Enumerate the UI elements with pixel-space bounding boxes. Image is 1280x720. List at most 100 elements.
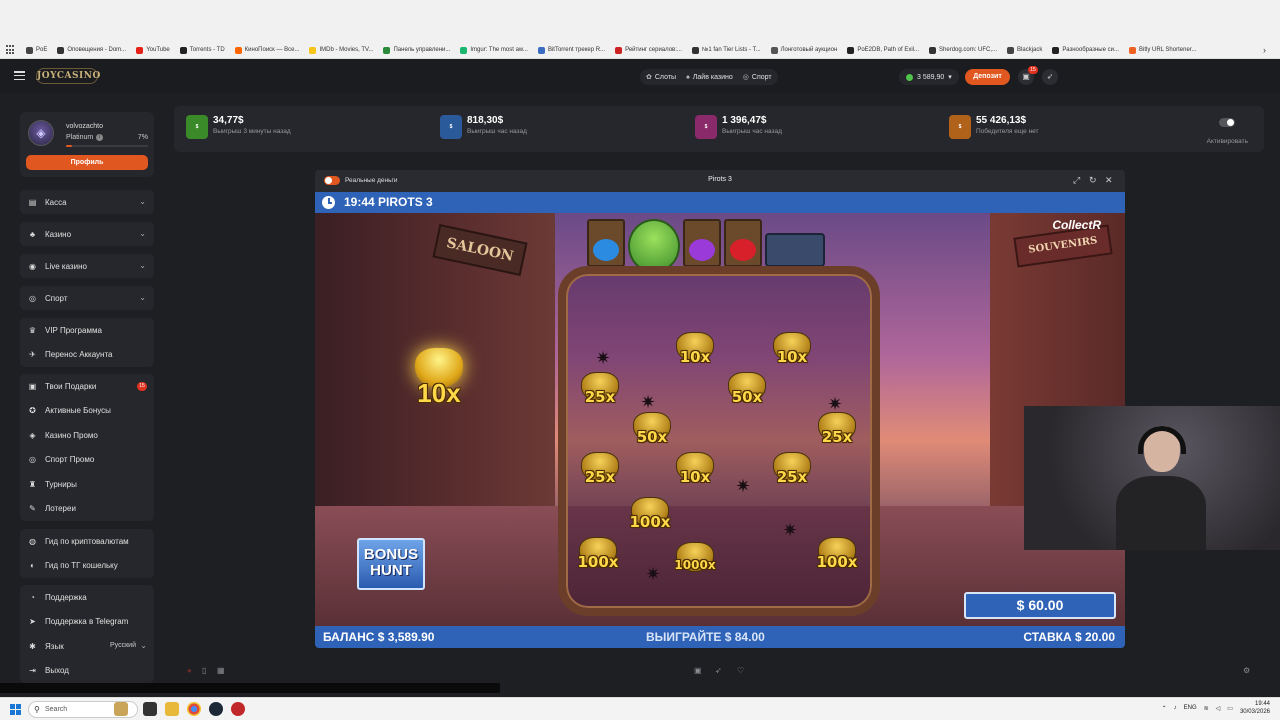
sidebar-item-telegram-wallet[interactable]: ◐ Гид по ТГ кошельку [20, 554, 154, 579]
sidebar-item-ball[interactable]: ◎ Спорт ⌄ [20, 286, 154, 310]
bookmark-item[interactable]: Sherdog.com: UFC,... [929, 46, 997, 54]
bookmark-item[interactable]: Bitly URL Shortener... [1128, 46, 1196, 54]
nav-sport[interactable]: ◎ Спорт [743, 73, 772, 82]
reload-icon[interactable]: ↻ [1089, 175, 1097, 186]
bookmark-item[interactable]: Разнообразные си... [1052, 46, 1119, 54]
nav-live-casino[interactable]: ♠ Лайв казино [686, 74, 733, 81]
money-bag: 50x [722, 368, 772, 414]
sidebar-item-casino[interactable]: ♣ Казино ⌄ [20, 222, 154, 246]
windows-start-icon[interactable] [10, 704, 21, 715]
sidebar-item-wallet[interactable]: ▤ Касса ⌄ [20, 190, 154, 214]
microphone-icon[interactable]: ♪ [1174, 705, 1177, 711]
sidebar-item-label: VIP Программа [45, 325, 102, 335]
sidebar-item-ticket[interactable]: ✎ Лотереи [20, 497, 154, 522]
windows-taskbar: ⚲ Search ⌃ ♪ ENG ≋ ◁ ▭ 19:44 30/03/2026 [0, 697, 1280, 720]
language-indicator[interactable]: ENG [1184, 705, 1197, 711]
more-bookmarks-icon[interactable]: › [1263, 45, 1266, 55]
jackpot-item[interactable]: $55 426,13$ Победителя еще нет [949, 115, 1039, 139]
toggle-switch[interactable] [1219, 118, 1236, 127]
volume-icon[interactable]: ◁ [1216, 705, 1221, 712]
chevron-up-icon[interactable]: ⌃ [1162, 705, 1167, 712]
red-gem-crate [724, 219, 762, 267]
sidebar-item-crypto[interactable]: ◍ Гид по криптовалютам [20, 529, 154, 554]
settings-icon[interactable]: ⚙ [1243, 666, 1250, 675]
rocket-icon[interactable]: ➶ [1042, 69, 1058, 85]
bookmark-label: IMDb - Movies, TV... [319, 47, 374, 53]
bookmark-item[interactable]: Blackjack [1007, 46, 1042, 54]
rocket-icon[interactable]: ➶ [715, 666, 722, 675]
clock-date: 30/03/2026 [1239, 709, 1270, 715]
app-icon[interactable] [231, 702, 245, 716]
file-explorer-icon[interactable] [165, 702, 179, 716]
bookmark-item[interactable]: PoE2DB, Path of Exil... [847, 46, 919, 54]
apps-grid-icon[interactable] [6, 45, 16, 55]
record-icon[interactable]: ● [187, 666, 192, 675]
bookmark-item[interactable]: Панель управлени... [383, 46, 450, 54]
money-bag: 100x [573, 533, 623, 579]
game-title: Pirots 3 [708, 176, 732, 183]
bookmark-favicon-icon [770, 46, 778, 54]
sidebar-item-telegram[interactable]: ➤ Поддержка в Telegram [20, 610, 154, 635]
wifi-icon[interactable]: ≋ [1204, 705, 1209, 712]
slot-scene[interactable]: SALOON SOUVENIRS CollectR 10x 10x 10x 25x 5… [315, 213, 1125, 626]
win-amount: $ 60.00 [964, 592, 1116, 619]
sidebar-item-sport-promo[interactable]: ◎ Спорт Промо [20, 448, 154, 473]
bookmark-item[interactable]: №1 fan Tier Lists - T... [691, 46, 761, 54]
sidebar-item-gift[interactable]: ▣ Твои Подарки 15 [20, 374, 154, 399]
bookmark-item[interactable]: YouTube [136, 46, 170, 54]
feature-multiplier: 10x [417, 378, 461, 408]
sidebar-item-support[interactable]: ◔ Поддержка [20, 585, 154, 610]
bookmark-item[interactable]: BitTorrent трекер R... [537, 46, 605, 54]
jackpot-item[interactable]: $34,77$ Выигрыш 3 минуты назад [186, 115, 291, 139]
bookmark-favicon-icon [26, 46, 33, 54]
rank-name: Platinum [66, 134, 94, 141]
battery-icon[interactable]: ▭ [1227, 705, 1233, 712]
bookmark-item[interactable]: Torrents - TD [179, 46, 225, 54]
bookmark-item[interactable]: IMDb - Movies, TV... [309, 46, 374, 54]
jackpot-bar: Активировать $34,77$ Выигрыш 3 минуты наз… [174, 106, 1264, 152]
grid-view-icon[interactable]: ▦ [217, 666, 225, 675]
task-view-icon[interactable] [143, 702, 157, 716]
close-icon[interactable]: ✕ [1105, 175, 1113, 186]
jackpot-badge-icon: $ [695, 115, 717, 139]
bookmark-item[interactable]: Оповещения - Dom... [57, 46, 126, 54]
profile-button[interactable]: Профиль [26, 155, 148, 170]
sidebar-item-trophy[interactable]: ♜ Турниры [20, 472, 154, 497]
sidebar-item-language[interactable]: ✱ Язык Русский ⌄ [20, 634, 154, 659]
jackpot-item[interactable]: $1 396,47$ Выигрыш час назад [695, 115, 782, 139]
sidebar-item-bonus[interactable]: ✪ Активные Бонусы [20, 399, 154, 424]
sidebar-item-live[interactable]: ◉ Live казино ⌄ [20, 254, 154, 278]
weather-icon[interactable] [114, 702, 128, 716]
heart-icon[interactable]: ♡ [737, 666, 744, 675]
sidebar-item-logout[interactable]: ⇥ Выход [20, 659, 154, 684]
bookmark-item[interactable]: Рейтинг сериалов:... [615, 46, 682, 54]
bookmark-item[interactable]: PoE [26, 46, 47, 54]
sidebar-item-vip[interactable]: ♛ VIP Программа [20, 318, 154, 343]
site-logo[interactable]: JOYCASINO [36, 68, 100, 84]
single-view-icon[interactable]: ▯ [202, 666, 206, 675]
coin-icon [906, 73, 913, 81]
money-bag: 10x [670, 328, 720, 374]
fullscreen-icon[interactable]: ⤢ [1073, 175, 1080, 186]
jackpot-item[interactable]: $818,30$ Выигрыш час назад [440, 115, 527, 139]
bookmark-item[interactable]: Лонготовый аукцион [770, 46, 837, 54]
bookmark-item[interactable]: Imgur: The most aw... [460, 46, 528, 54]
gift-icon[interactable]: ▣ [694, 666, 702, 675]
crypto-icon: ◍ [29, 536, 36, 546]
clock[interactable]: 19:44 30/03/2026 [1240, 700, 1270, 716]
nav-slots[interactable]: ✿ Слоты [646, 73, 676, 82]
sidebar-item-transfer[interactable]: ✈ Перенос Аккаунта [20, 343, 154, 368]
avatar[interactable]: ◈ [28, 120, 54, 146]
sidebar-item-promo[interactable]: ◈ Казино Промо [20, 423, 154, 448]
activate-toggle[interactable]: Активировать [1207, 118, 1248, 148]
sidebar-item-label: Касса [45, 197, 67, 207]
chrome-icon[interactable] [187, 702, 201, 716]
balance-dropdown[interactable]: 3 589,90 ▾ [899, 69, 959, 85]
sidebar-item-label: Лотереи [45, 504, 76, 514]
bookmark-label: №1 fan Tier Lists - T... [701, 47, 761, 53]
bookmark-item[interactable]: КиноПоиск — Все... [234, 46, 299, 54]
steam-icon[interactable] [209, 702, 223, 716]
deposit-button[interactable]: Депозит [965, 69, 1010, 85]
menu-icon[interactable] [14, 71, 25, 80]
info-icon[interactable]: i [96, 134, 104, 141]
